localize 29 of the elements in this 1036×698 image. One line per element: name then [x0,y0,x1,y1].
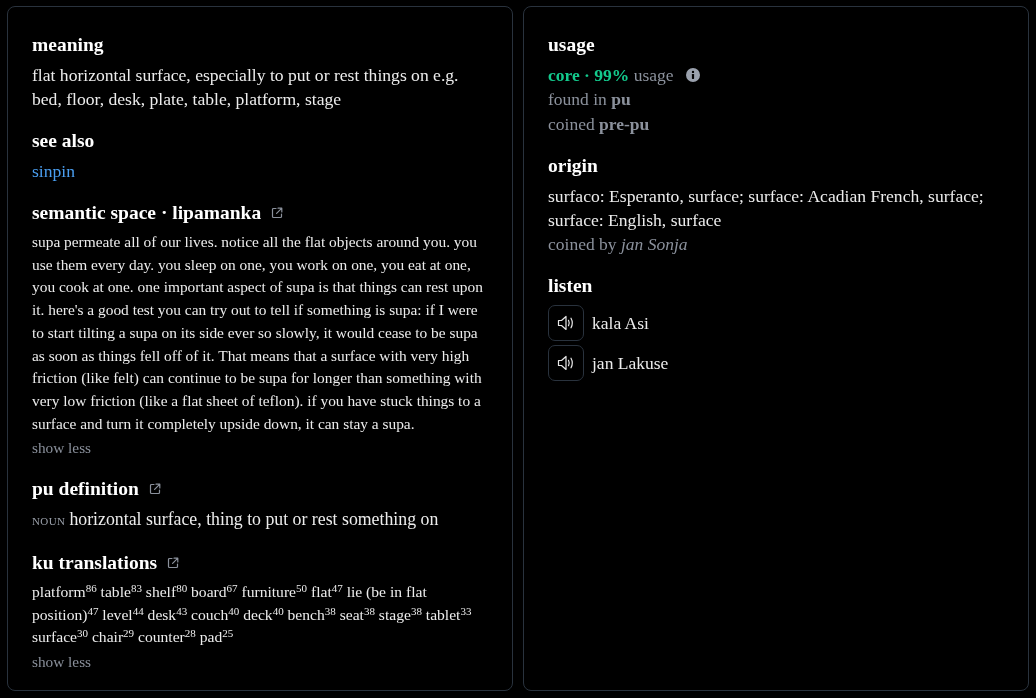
section-heading: see also [32,129,95,153]
section-heading: usage [548,33,595,57]
info-icon[interactable] [685,68,700,83]
usage-rating: core · 99% usage [548,64,674,87]
audio-button[interactable] [548,305,584,342]
section-heading: semantic space · lipamanka [32,201,262,225]
show-less-button[interactable]: show less [32,437,92,460]
external-link-icon[interactable] [148,483,161,496]
external-link-icon[interactable] [271,207,284,219]
section-heading: ku translations [32,551,158,576]
section-heading: origin [548,153,598,178]
related-word-link[interactable]: sinpin [32,159,75,183]
part-of-speech-label: NOUN [32,514,66,530]
found-in-text: found in pu [548,88,632,112]
section-heading: listen [548,274,593,299]
definition-text: horizontal surface, thing to put or rest something on [69,508,439,532]
speaker-name: kala Asi [592,312,649,336]
coined-by-text: coined by jan Sonja [548,232,689,256]
coined-era-text: coined pre-pu [548,112,651,136]
external-link-icon[interactable] [167,557,180,570]
meaning-text: flat horizontal surface, especially to put or rest things on e.g. bed, floor, desk, plate, table, platform, stage [32,64,460,111]
show-less-button[interactable]: show less [32,650,92,673]
section-heading: pu definition [32,477,139,502]
speaker-name: jan Lakuse [592,352,669,376]
audio-button[interactable] [548,345,584,382]
section-heading: meaning [32,33,104,57]
semantic-space-text: supa permeate all of our lives. notice all the flat objects around you. you use them every day. you sleep on one, you work on one, you eat at one, you cook at one. one important aspect of supa is that things can rest upon it. here's a good test you can try out to tell if something is supa: if I were to start tilting a supa on its side ever so slowly, it would cease to be supa as soon as things fell off of it. That means that a surface with very high friction (like felt) can continue to be supa for longer than something with very low friction (like a flat sheet of teflon). if you have stuck things to a surface and turn it completely upside down, it can stay a supa. [32,232,484,434]
translations-list: platform$^{86}$ table$^{83}$ shelf$^{80}$ board$^{67}$ furniture$^{50}$ flat$^{47}$ lie (be in flat position)$^{47}$ level$^{44}$ desk$^{43}$ couch$^{40}$ deck$^{40}$ bench$^{38}$ seat$^{38}$ stage$^{38}$ tablet$^{33}$ surface$^{30}$ chair$^{29}$ counter$^{28}$ pad$^{25}$ [32,581,492,649]
origin-text: surfaco: Esperanto, surface; surface: Acadian French, surface; surface: English, surface [548,184,985,232]
